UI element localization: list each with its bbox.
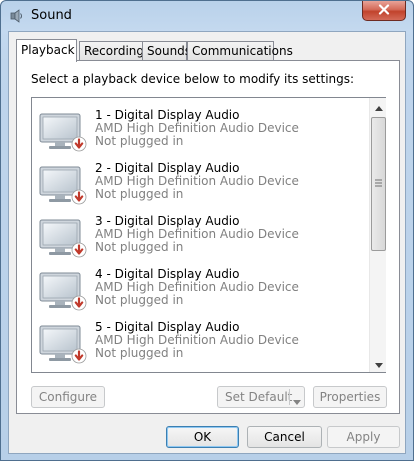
device-item[interactable]: 1 - Digital Display Audio AMD High Defin…: [36, 104, 366, 157]
grip-icon: [375, 179, 382, 187]
device-name: 3 - Digital Display Audio: [95, 214, 240, 228]
playback-panel: Select a playback device below to modify…: [16, 60, 400, 414]
device-status: Not plugged in: [95, 240, 184, 254]
device-driver: AMD High Definition Audio Device: [95, 121, 299, 135]
close-icon: [378, 3, 390, 18]
arrow-down-icon: [374, 357, 383, 371]
set-default-button[interactable]: Set Default: [217, 386, 305, 408]
device-item[interactable]: 5 - Digital Display Audio AMD High Defin…: [36, 316, 366, 369]
sound-dialog: Sound Playback Recording Sounds Communic…: [0, 0, 414, 461]
tab-communications[interactable]: Communications: [187, 41, 293, 61]
arrow-up-icon: [374, 100, 383, 114]
device-name: 2 - Digital Display Audio: [95, 161, 240, 175]
tab-recording[interactable]: Recording: [79, 41, 144, 61]
apply-button[interactable]: Apply: [327, 426, 400, 448]
set-default-label: Set Default: [225, 390, 293, 404]
scroll-thumb[interactable]: [371, 117, 386, 251]
properties-button[interactable]: Properties: [313, 386, 387, 408]
instruction-text: Select a playback device below to modify…: [31, 72, 355, 86]
device-driver: AMD High Definition Audio Device: [95, 174, 299, 188]
split-divider: [289, 389, 290, 405]
monitor-speaker-icon: [38, 269, 90, 313]
device-name: 4 - Digital Display Audio: [95, 267, 240, 281]
close-button[interactable]: [362, 1, 406, 21]
dialog-body: Playback Recording Sounds Communications…: [8, 31, 406, 454]
device-item[interactable]: 2 - Digital Display Audio AMD High Defin…: [36, 157, 366, 210]
monitor-speaker-icon: [38, 322, 90, 366]
configure-button[interactable]: Configure: [31, 386, 105, 408]
device-driver: AMD High Definition Audio Device: [95, 280, 299, 294]
cancel-button[interactable]: Cancel: [247, 426, 322, 448]
device-status: Not plugged in: [95, 346, 184, 360]
monitor-speaker-icon: [38, 163, 90, 207]
device-item[interactable]: 3 - Digital Display Audio AMD High Defin…: [36, 210, 366, 263]
window-title: Sound: [31, 8, 72, 23]
title-bar[interactable]: Sound: [1, 1, 413, 31]
device-name: 1 - Digital Display Audio: [95, 108, 240, 122]
device-status: Not plugged in: [95, 187, 184, 201]
monitor-speaker-icon: [38, 216, 90, 260]
device-item[interactable]: 4 - Digital Display Audio AMD High Defin…: [36, 263, 366, 316]
tab-playback[interactable]: Playback: [16, 39, 77, 62]
device-name: 5 - Digital Display Audio: [95, 320, 240, 334]
monitor-speaker-icon: [38, 110, 90, 154]
device-status: Not plugged in: [95, 293, 184, 307]
ok-button[interactable]: OK: [166, 426, 239, 448]
device-driver: AMD High Definition Audio Device: [95, 333, 299, 347]
scroll-down-button[interactable]: [370, 355, 387, 372]
vertical-scrollbar[interactable]: [369, 98, 386, 372]
device-status: Not plugged in: [95, 134, 184, 148]
dropdown-arrow-icon[interactable]: [293, 394, 301, 408]
speaker-icon: [9, 8, 25, 24]
device-list[interactable]: 1 - Digital Display Audio AMD High Defin…: [31, 97, 386, 373]
device-driver: AMD High Definition Audio Device: [95, 227, 299, 241]
scroll-up-button[interactable]: [370, 98, 387, 115]
tab-sounds[interactable]: Sounds: [142, 41, 191, 61]
